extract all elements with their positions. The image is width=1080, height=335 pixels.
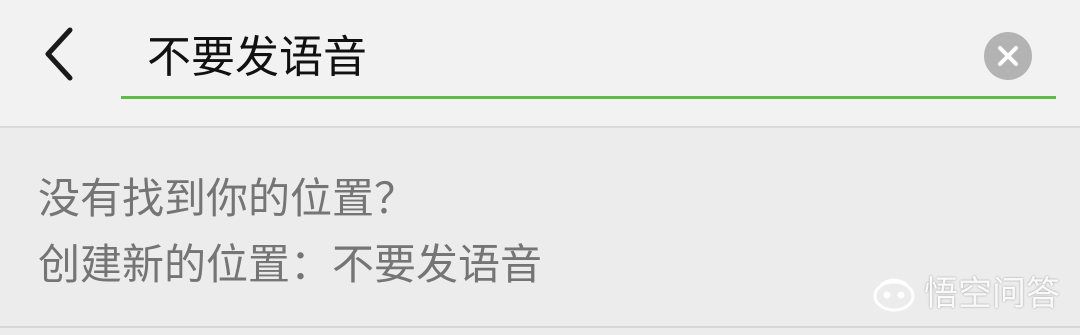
back-button[interactable]: [28, 22, 92, 86]
divider: [0, 326, 1080, 328]
watermark: 悟空问答: [872, 272, 1060, 316]
clear-button[interactable]: [984, 32, 1032, 80]
not-found-text: 没有找到你的位置？: [38, 174, 417, 223]
wukong-logo-icon: [873, 278, 915, 312]
create-location-text: 创建新的位置：不要发语音: [38, 240, 543, 289]
close-icon: [998, 46, 1018, 66]
search-input[interactable]: 不要发语音: [121, 20, 1056, 99]
search-header: 不要发语音: [0, 0, 1080, 128]
search-input-value: 不要发语音: [147, 32, 367, 83]
chevron-left-icon: [45, 27, 73, 81]
watermark-text: 悟空问答: [924, 274, 1060, 314]
